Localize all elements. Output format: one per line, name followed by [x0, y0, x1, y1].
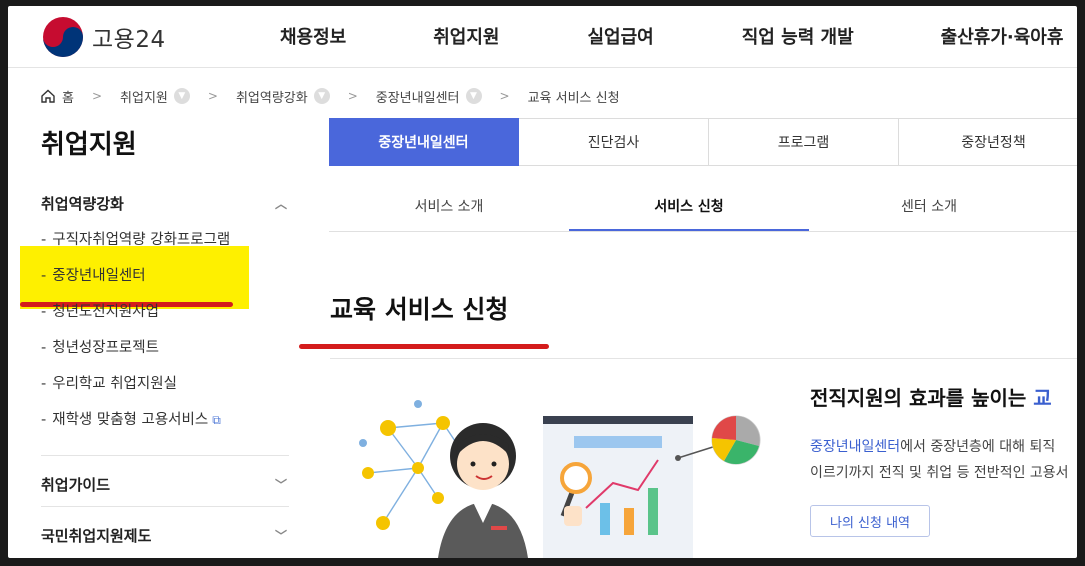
nav-employment-support[interactable]: 취업지원	[433, 23, 499, 49]
logo-text: 고용24	[92, 27, 166, 53]
sidebar-item-label: 청년도전지원사업	[52, 304, 159, 320]
sidebar-item[interactable]: - 재학생 맞춤형 고용서비스 ⧉	[41, 409, 289, 445]
sidebar-item-midcareer-center[interactable]: - 중장년내일센터	[41, 265, 289, 301]
sidebar-group-capacity[interactable]: 취업역량강화 ︿	[41, 191, 289, 215]
intro-text: 중장년내일센터에서 중장년층에 대해 퇴직 이르기까지 전직 및 취업 등 전반…	[810, 434, 1077, 486]
divider	[41, 455, 289, 456]
taegeuk-logo-icon	[43, 17, 83, 57]
sidebar-item-label: 구직자취업역량 강화프로그램	[52, 232, 231, 248]
sidebar-group-label: 취업역량강화	[41, 194, 124, 213]
nav-jobs[interactable]: 채용정보	[280, 23, 346, 49]
breadcrumb-item[interactable]: 취업역량강화 ▼	[236, 87, 330, 106]
chevron-right-icon: >	[499, 89, 510, 103]
breadcrumb-home[interactable]: 홈	[40, 87, 74, 106]
nav-parental-leave[interactable]: 출산휴가·육아휴	[941, 23, 1064, 49]
chevron-right-icon: >	[207, 89, 218, 103]
home-icon	[41, 89, 55, 103]
subtab-apply[interactable]: 서비스 신청	[569, 188, 809, 231]
chevron-down-icon: ﹀	[274, 477, 287, 492]
chevron-right-icon: >	[91, 89, 103, 103]
nav-unemployment-benefit[interactable]: 실업급여	[588, 23, 654, 49]
sidebar-item[interactable]: - 구직자취업역량 강화프로그램	[41, 229, 289, 265]
underline-annotation	[299, 344, 549, 349]
sidebar-submenu: - 구직자취업역량 강화프로그램 - 중장년내일센터 - 청년도전지원사업 - 청년성장…	[41, 229, 289, 445]
intro-text-line: 에서 중장년층에 대해 퇴직	[900, 439, 1056, 455]
page-title: 교육 서비스 신청	[330, 295, 509, 324]
sidebar-group-label: 취업가이드	[41, 475, 111, 494]
intro-heading: 전직지원의 효과를 높이는 교	[810, 382, 1052, 411]
breadcrumb-item-label: 취업역량강화	[235, 90, 308, 106]
intro-heading-text: 전직지원의 효과를 높이는	[810, 386, 1034, 410]
breadcrumb-item-label: 취업지원	[120, 90, 168, 106]
intro-text-line: 이르기까지 전직 및 취업 등 전반적인 고용서	[810, 465, 1069, 481]
subtab-center[interactable]: 센터 소개	[809, 188, 1049, 231]
sidebar-title: 취업지원	[41, 130, 137, 160]
external-link-icon: ⧉	[212, 413, 221, 427]
dropdown-icon[interactable]: ▼	[173, 88, 190, 104]
site-logo[interactable]: 고용24	[42, 16, 166, 58]
sidebar-item[interactable]: - 우리학교 취업지원실	[41, 373, 289, 409]
tab-policy[interactable]: 중장년정책	[899, 118, 1077, 166]
breadcrumb-item[interactable]: 중장년내일센터 ▼	[376, 87, 482, 106]
consultant-illustration	[359, 400, 761, 558]
sidebar-item[interactable]: - 청년도전지원사업	[41, 301, 289, 337]
tab-diagnosis[interactable]: 진단검사	[519, 118, 709, 166]
tab-midcareer-center[interactable]: 중장년내일센터	[329, 118, 519, 166]
divider	[41, 506, 289, 507]
chevron-up-icon: ︿	[274, 196, 287, 211]
chevron-right-icon: >	[347, 89, 358, 103]
browser-page: 고용24 채용정보 취업지원 실업급여 직업 능력 개발 출산휴가·육아휴 홈 …	[8, 6, 1077, 558]
chevron-down-icon: ﹀	[274, 528, 287, 543]
dropdown-icon[interactable]: ▼	[313, 88, 330, 104]
breadcrumb-current: 교육 서비스 신청	[527, 90, 620, 106]
sidebar-item-label: 재학생 맞춤형 고용서비스	[52, 412, 209, 428]
sidebar-item[interactable]: - 청년성장프로젝트	[41, 337, 289, 373]
sidebar-item-label: 중장년내일센터	[52, 268, 146, 284]
nav-vocational-training[interactable]: 직업 능력 개발	[742, 23, 854, 49]
breadcrumb: 홈 > 취업지원 ▼ > 취업역량강화 ▼ > 중장년내일센터 ▼ > 교육 서비스 …	[40, 86, 620, 106]
main-nav: 채용정보 취업지원 실업급여 직업 능력 개발 출산휴가·육아휴	[248, 6, 1063, 66]
sub-tabs: 서비스 소개 서비스 신청 센터 소개	[329, 188, 1077, 232]
divider	[330, 358, 1077, 359]
breadcrumb-item[interactable]: 취업지원 ▼	[120, 87, 190, 106]
my-applications-button[interactable]: 나의 신청 내역	[810, 505, 930, 537]
sidebar-item-label: 청년성장프로젝트	[52, 340, 159, 356]
sidebar-item-label: 우리학교 취업지원실	[52, 376, 177, 392]
sidebar-group-national[interactable]: 국민취업지원제도 ﹀	[41, 523, 289, 547]
dropdown-icon[interactable]: ▼	[465, 88, 482, 104]
main-tabs: 중장년내일센터 진단검사 프로그램 중장년정책	[329, 118, 1077, 166]
sidebar-group-guide[interactable]: 취업가이드 ﹀	[41, 472, 289, 496]
breadcrumb-item-label: 중장년내일센터	[375, 90, 460, 106]
midcareer-center-link[interactable]: 중장년내일센터	[810, 439, 900, 455]
breadcrumb-home-label: 홈	[62, 90, 74, 106]
site-header: 고용24 채용정보 취업지원 실업급여 직업 능력 개발 출산휴가·육아휴	[8, 6, 1077, 68]
subtab-intro[interactable]: 서비스 소개	[329, 188, 569, 231]
tab-program[interactable]: 프로그램	[709, 118, 899, 166]
intro-heading-highlight: 교	[1033, 386, 1052, 410]
sidebar: 취업지원 취업역량강화 ︿ - 구직자취업역량 강화프로그램 - 중장년내일센터 -…	[41, 124, 289, 547]
sidebar-group-label: 국민취업지원제도	[41, 526, 152, 545]
